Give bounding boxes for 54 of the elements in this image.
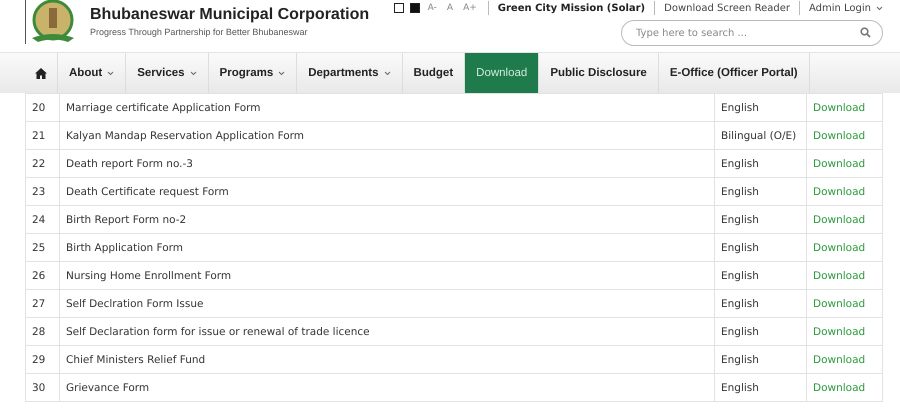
language-cell: English — [714, 374, 806, 402]
font-size-button[interactable]: A- — [428, 3, 437, 13]
language-cell: English — [714, 290, 806, 318]
row-number: 23 — [26, 178, 60, 206]
site-title: Bhubaneswar Municipal Corporation — [90, 6, 370, 24]
search-field[interactable]: Type here to search ... — [621, 20, 883, 46]
nav-tab[interactable]: Programs — [208, 53, 298, 93]
nav-tab[interactable]: Services — [126, 53, 209, 93]
search-icon — [860, 27, 871, 38]
form-title: Birth Application Form — [60, 234, 714, 262]
language-cell: English — [714, 346, 806, 374]
font-size-button[interactable]: A — [446, 3, 454, 13]
login-menu[interactable]: Admin Login — [808, 2, 883, 14]
caret-icon — [876, 6, 883, 10]
nav-tab[interactable]: Download — [465, 53, 540, 93]
row-number: 22 — [26, 150, 60, 178]
language-cell: English — [714, 318, 806, 346]
home-icon[interactable] — [35, 68, 47, 78]
language-cell: English — [714, 206, 806, 234]
form-title: Kalyan Mandap Reservation Application Form — [60, 122, 714, 150]
dark-contrast-toggle[interactable] — [410, 3, 420, 13]
form-title: Self Declaration form for issue or renewal of trade licence — [60, 318, 714, 346]
nav-tab[interactable]: Departments — [297, 53, 403, 93]
form-title: Grievance Form — [60, 374, 714, 402]
form-title: Birth Report Form no-2 — [60, 206, 714, 234]
language-cell: Bilingual (O/E) — [714, 122, 806, 150]
top-link[interactable]: Green City Mission (Solar) — [498, 2, 646, 14]
form-title: Death Certificate request Form — [60, 178, 714, 206]
site-tagline: Progress Through Partnership for Better Bhubaneswar — [90, 27, 308, 37]
row-number: 20 — [26, 94, 60, 122]
row-number: 24 — [26, 206, 60, 234]
row-number: 29 — [26, 346, 60, 374]
form-title: Self Declration Form Issue — [60, 290, 714, 318]
form-title: Death report Form no.-3 — [60, 150, 714, 178]
language-cell: English — [714, 94, 806, 122]
row-number: 30 — [26, 374, 60, 402]
top-link[interactable]: Download Screen Reader — [664, 2, 790, 14]
row-number: 26 — [26, 262, 60, 290]
row-number: 21 — [26, 122, 60, 150]
row-number: 25 — [26, 234, 60, 262]
language-cell: English — [714, 234, 806, 262]
nav-tab[interactable]: About — [58, 53, 126, 93]
form-title: Nursing Home Enrollment Form — [60, 262, 714, 290]
language-cell: English — [714, 262, 806, 290]
language-cell: English — [714, 150, 806, 178]
form-title: Marriage certificate Application Form — [60, 94, 714, 122]
nav-tab[interactable]: Public Disclosure — [539, 53, 659, 93]
row-number: 27 — [26, 290, 60, 318]
language-cell: English — [714, 178, 806, 206]
form-title: Chief Ministers Relief Fund — [60, 346, 714, 374]
nav-tab[interactable]: E-Office (Officer Portal) — [658, 53, 810, 93]
row-number: 28 — [26, 318, 60, 346]
font-size-button[interactable]: A+ — [463, 3, 477, 13]
light-contrast-toggle[interactable] — [394, 3, 404, 13]
